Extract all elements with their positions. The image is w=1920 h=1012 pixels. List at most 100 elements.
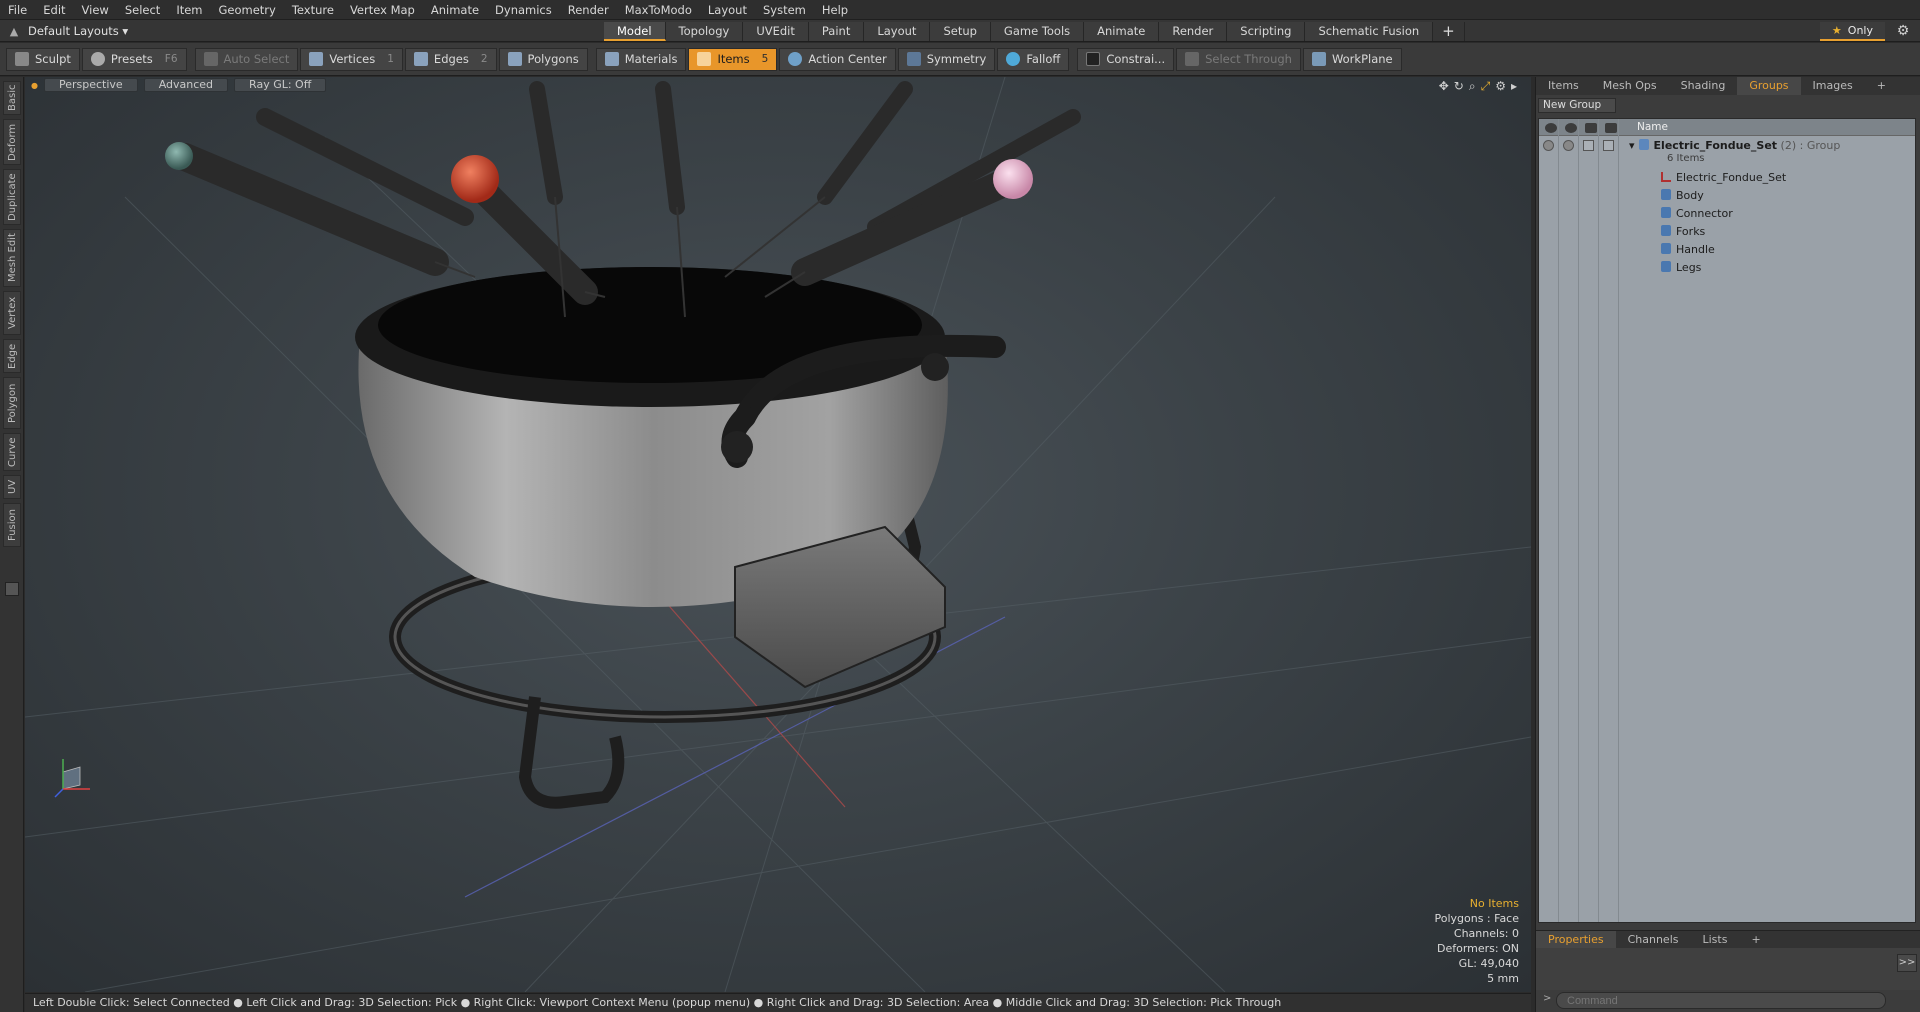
- sculpt-icon: [15, 52, 29, 66]
- vtab-deform[interactable]: Deform: [3, 119, 21, 165]
- tab-animate[interactable]: Animate: [1084, 22, 1160, 41]
- raygl-button[interactable]: Ray GL: Off: [234, 78, 327, 92]
- tab-lists[interactable]: Lists: [1691, 931, 1740, 949]
- tab-setup[interactable]: Setup: [930, 22, 991, 41]
- move-view-icon[interactable]: ✥: [1439, 79, 1449, 94]
- tab-model[interactable]: Model: [604, 22, 666, 41]
- presets-shortcut: F6: [164, 53, 178, 65]
- mesh-icon: [1661, 243, 1671, 254]
- tab-scripting[interactable]: Scripting: [1227, 22, 1306, 41]
- tab-items[interactable]: Items: [1536, 77, 1591, 95]
- tree-row-item[interactable]: Body: [1539, 187, 1915, 204]
- sculpt-button[interactable]: Sculpt: [6, 47, 80, 71]
- gear-icon[interactable]: ⚙: [1894, 22, 1912, 40]
- vtab-edge[interactable]: Edge: [3, 339, 21, 373]
- menu-help[interactable]: Help: [814, 0, 856, 20]
- menu-file[interactable]: File: [0, 0, 35, 20]
- menu-system[interactable]: System: [755, 0, 814, 20]
- edges-button[interactable]: Edges 2: [404, 47, 497, 71]
- zoom-view-icon[interactable]: ⌕: [1469, 79, 1476, 94]
- viewport-header: ● Perspective Advanced Ray GL: Off: [25, 77, 1531, 93]
- add-panel-tab-button[interactable]: +: [1865, 77, 1898, 95]
- tree-row-item[interactable]: Forks: [1539, 223, 1915, 240]
- menu-item[interactable]: Item: [168, 0, 210, 20]
- panel-toggle-icon[interactable]: [5, 582, 19, 596]
- tab-schematic-fusion[interactable]: Schematic Fusion: [1305, 22, 1434, 41]
- item-name: Handle: [1676, 243, 1715, 256]
- menu-animate[interactable]: Animate: [423, 0, 487, 20]
- workplane-button[interactable]: WorkPlane: [1302, 47, 1402, 71]
- collapse-icon[interactable]: ▲: [0, 25, 28, 38]
- vertices-button[interactable]: Vertices 1: [300, 47, 403, 71]
- menu-layout[interactable]: Layout: [700, 0, 755, 20]
- vtab-curve[interactable]: Curve: [3, 433, 21, 471]
- perspective-button[interactable]: Perspective: [43, 78, 138, 92]
- menu-texture[interactable]: Texture: [284, 0, 342, 20]
- vtab-vertex[interactable]: Vertex: [3, 291, 21, 335]
- viewport-menu-icon[interactable]: ●: [31, 81, 38, 90]
- menu-maxtomodo[interactable]: MaxToModo: [617, 0, 700, 20]
- add-tab-button[interactable]: +: [1433, 22, 1465, 41]
- vtab-fusion[interactable]: Fusion: [3, 503, 21, 547]
- viewport-expand-icon[interactable]: ▸: [1511, 79, 1517, 94]
- rotate-view-icon[interactable]: ↻: [1454, 79, 1464, 94]
- layout-selector[interactable]: ▲ Default Layouts ▾: [0, 20, 128, 42]
- action-center-button[interactable]: Action Center: [779, 47, 896, 71]
- vtab-basic[interactable]: Basic: [3, 81, 21, 115]
- action-center-icon: [788, 52, 803, 66]
- vtab-polygon[interactable]: Polygon: [3, 377, 21, 429]
- 3d-viewport[interactable]: ● Perspective Advanced Ray GL: Off ✥ ↻ ⌕…: [25, 77, 1531, 992]
- items-icon: [697, 52, 712, 66]
- tree-row-item[interactable]: Electric_Fondue_Set: [1539, 169, 1915, 186]
- presets-button[interactable]: Presets F6: [81, 47, 187, 71]
- add-bottom-tab-button[interactable]: +: [1739, 931, 1772, 949]
- mesh-icon: [1661, 207, 1671, 218]
- only-button[interactable]: ★ Only: [1819, 22, 1885, 41]
- item-name: Electric_Fondue_Set: [1676, 171, 1787, 184]
- tab-render[interactable]: Render: [1159, 22, 1228, 41]
- polygons-button[interactable]: Polygons: [498, 47, 588, 71]
- menu-geometry[interactable]: Geometry: [211, 0, 284, 20]
- vtab-uv[interactable]: UV: [3, 475, 21, 499]
- menu-select[interactable]: Select: [117, 0, 168, 20]
- expand-button[interactable]: >>: [1897, 954, 1917, 972]
- falloff-button[interactable]: Falloff: [997, 47, 1070, 71]
- auto-select-label: Auto Select: [223, 52, 290, 66]
- tab-mesh-ops[interactable]: Mesh Ops: [1591, 77, 1669, 95]
- tree-row-item[interactable]: Handle: [1539, 241, 1915, 258]
- vtab-duplicate[interactable]: Duplicate: [3, 169, 21, 225]
- materials-button[interactable]: Materials: [595, 47, 687, 71]
- auto-select-button[interactable]: Auto Select: [194, 47, 299, 71]
- tab-uvedit[interactable]: UVEdit: [743, 22, 809, 41]
- tab-layout[interactable]: Layout: [864, 22, 931, 41]
- tree-row-group-count: 6 Items: [1539, 150, 1915, 167]
- tab-shading[interactable]: Shading: [1669, 77, 1738, 95]
- menu-view[interactable]: View: [74, 0, 117, 20]
- tree-row-item[interactable]: Legs: [1539, 259, 1915, 276]
- fit-view-icon[interactable]: ⤢: [1481, 79, 1491, 94]
- symmetry-button[interactable]: Symmetry: [897, 47, 996, 71]
- advanced-button[interactable]: Advanced: [143, 78, 229, 92]
- items-button[interactable]: Items 5: [688, 47, 778, 71]
- vtab-mesh-edit[interactable]: Mesh Edit: [3, 229, 21, 287]
- tab-paint[interactable]: Paint: [808, 22, 865, 41]
- command-input[interactable]: [1556, 992, 1886, 1009]
- group-count: 6 Items: [1667, 153, 1705, 164]
- new-group-button[interactable]: New Group: [1538, 98, 1616, 113]
- menu-edit[interactable]: Edit: [35, 0, 73, 20]
- menu-vertex-map[interactable]: Vertex Map: [342, 0, 423, 20]
- symmetry-icon: [906, 52, 921, 66]
- menu-dynamics[interactable]: Dynamics: [487, 0, 560, 20]
- tab-properties[interactable]: Properties: [1536, 930, 1616, 949]
- constrain-button[interactable]: Constrai...: [1077, 47, 1175, 71]
- menu-render[interactable]: Render: [560, 0, 617, 20]
- tab-game-tools[interactable]: Game Tools: [990, 22, 1085, 41]
- tab-images[interactable]: Images: [1801, 77, 1865, 95]
- workplane-label: WorkPlane: [1331, 52, 1393, 66]
- tab-groups[interactable]: Groups: [1737, 77, 1801, 95]
- select-through-button[interactable]: Select Through: [1176, 47, 1301, 71]
- tree-row-item[interactable]: Connector: [1539, 205, 1915, 222]
- tab-topology[interactable]: Topology: [665, 22, 744, 41]
- viewport-gear-icon[interactable]: ⚙: [1495, 79, 1506, 94]
- tab-channels[interactable]: Channels: [1616, 931, 1691, 949]
